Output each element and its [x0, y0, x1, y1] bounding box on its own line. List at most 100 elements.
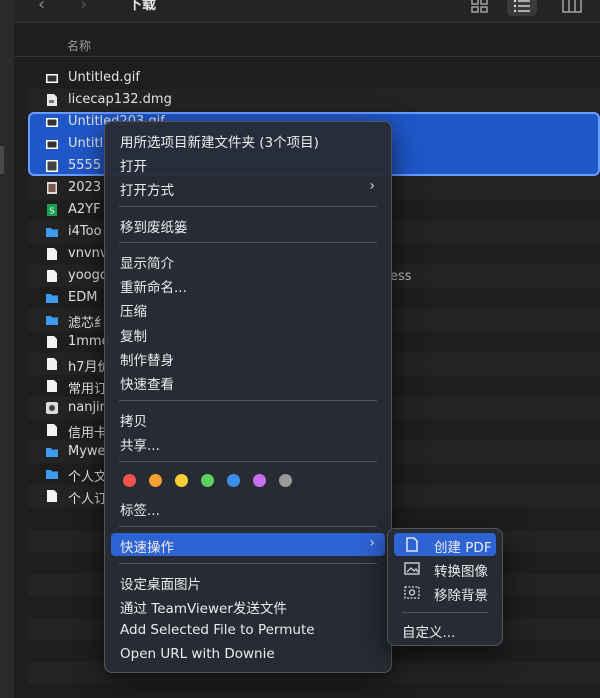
disk-image-icon [47, 94, 57, 106]
menu-item-label: 快速操作 [120, 540, 174, 556]
file-name: Untitl [68, 136, 104, 151]
menu-item-label: 压缩 [120, 304, 147, 320]
menu-remove-background[interactable]: 移除背景 [394, 581, 496, 604]
document-file-icon [47, 358, 57, 370]
menu-item-label: 用所选项目新建文件夹 (3个项目) [120, 135, 319, 151]
file-name: 滤芯纟 [68, 316, 108, 331]
menu-quick-actions[interactable]: 快速操作 › [111, 533, 385, 556]
menu-add-to-permute[interactable]: Add Selected File to Permute [111, 619, 385, 642]
spreadsheet-file-icon: S [47, 204, 57, 216]
file-name: 2023 [68, 180, 102, 195]
menu-send-via-teamviewer[interactable]: 通过 TeamViewer发送文件 [111, 594, 385, 617]
document-file-icon [47, 380, 57, 392]
file-name: Mywe [68, 444, 106, 459]
menu-item-label: 快速查看 [120, 377, 174, 393]
tag-color-dot[interactable] [149, 474, 162, 487]
folder-icon [46, 316, 58, 325]
menu-make-alias[interactable]: 制作替身 [111, 346, 385, 369]
forward-button[interactable]: › [80, 0, 87, 15]
menu-move-to-trash[interactable]: 移到废纸篓 [111, 213, 385, 236]
tag-color-dot[interactable] [227, 474, 240, 487]
list-icon [513, 0, 530, 13]
gif-file-icon [46, 140, 58, 149]
file-row[interactable]: licecap132.dmg [28, 89, 600, 111]
folder-icon [46, 294, 58, 303]
menu-separator [119, 461, 377, 462]
file-name: EDM [68, 290, 98, 305]
menu-item-label: 创建 PDF [434, 540, 492, 556]
tag-color-dot[interactable] [201, 474, 214, 487]
menu-tags[interactable]: 标签... [111, 496, 385, 519]
file-name: nanjir [68, 400, 106, 415]
tag-color-dot[interactable] [175, 474, 188, 487]
menu-item-label: 设定桌面图片 [120, 577, 201, 593]
menu-separator [402, 612, 488, 613]
folder-icon [46, 470, 58, 479]
window-title: 下载 [128, 0, 156, 13]
menu-convert-image[interactable]: 转换图像 [394, 557, 496, 580]
finder-toolbar: ‹ › 下载 [14, 0, 600, 23]
remove-background-icon [404, 586, 420, 599]
menu-item-label: 复制 [120, 329, 147, 345]
document-file-icon [47, 248, 57, 260]
truncated-filename-fragment: ess [390, 269, 412, 284]
menu-item-label: 转换图像 [434, 564, 488, 580]
pdf-document-icon [406, 537, 418, 552]
menu-separator [119, 242, 377, 243]
document-file-icon [47, 336, 57, 348]
menu-item-label: 制作替身 [120, 353, 174, 369]
file-name: 5555 [68, 158, 102, 173]
menu-item-label: 共享... [120, 438, 160, 454]
menu-set-desktop-picture[interactable]: 设定桌面图片 [111, 570, 385, 593]
menu-separator [119, 400, 377, 401]
file-name: A2YF [68, 202, 101, 217]
menu-separator [119, 563, 377, 564]
menu-item-label: 移除背景 [434, 588, 488, 604]
menu-rename[interactable]: 重新命名... [111, 273, 385, 296]
menu-item-label: 显示简介 [120, 256, 174, 272]
column-header[interactable]: 名称 [14, 34, 600, 57]
menu-separator [119, 526, 377, 527]
list-view-button[interactable] [507, 0, 537, 16]
folder-icon [46, 448, 58, 457]
menu-duplicate[interactable]: 复制 [111, 322, 385, 345]
gif-file-icon [46, 74, 58, 83]
menu-open-url-downie[interactable]: Open URL with Downie [111, 643, 385, 666]
menu-get-info[interactable]: 显示简介 [111, 249, 385, 272]
menu-customize[interactable]: 自定义... [394, 618, 496, 641]
column-view-button[interactable] [556, 0, 586, 16]
menu-item-label: 自定义... [402, 625, 456, 641]
menu-open-with[interactable]: 打开方式 › [111, 176, 385, 199]
menu-item-label: 标签... [120, 503, 160, 519]
tag-color-dot[interactable] [123, 474, 136, 487]
file-name: yoogo [68, 268, 108, 283]
menu-quick-look[interactable]: 快速查看 [111, 370, 385, 393]
chevron-right-icon: › [369, 178, 375, 194]
file-name: Untitled.gif [68, 70, 140, 85]
menu-create-pdf[interactable]: 创建 PDF [394, 533, 496, 556]
menu-compress[interactable]: 压缩 [111, 297, 385, 320]
menu-item-label: 打开 [120, 159, 147, 175]
context-menu: 用所选项目新建文件夹 (3个项目) 打开 打开方式 › 移到废纸篓 显示简介 重新… [104, 121, 392, 673]
folder-icon [46, 228, 58, 237]
file-name: licecap132.dmg [68, 92, 172, 107]
file-row[interactable]: Untitled.gif [28, 67, 600, 89]
menu-item-label: Add Selected File to Permute [120, 622, 315, 638]
menu-share[interactable]: 共享... [111, 431, 385, 454]
convert-image-icon [404, 562, 420, 575]
menu-item-label: 通过 TeamViewer发送文件 [120, 601, 287, 617]
document-file-icon [47, 424, 57, 436]
file-name: i4Too [68, 224, 102, 239]
menu-open[interactable]: 打开 [111, 152, 385, 175]
back-button[interactable]: ‹ [38, 0, 45, 15]
tag-color-dot[interactable] [253, 474, 266, 487]
file-name: 个人文 [68, 470, 108, 485]
menu-item-label: 拷贝 [120, 414, 147, 430]
file-name: 信用卡 [68, 426, 108, 441]
menu-copy[interactable]: 拷贝 [111, 407, 385, 430]
tag-color-dot[interactable] [279, 474, 292, 487]
svg-text:S: S [49, 207, 54, 216]
icon-view-button[interactable] [465, 0, 495, 16]
menu-new-folder-with-selection[interactable]: 用所选项目新建文件夹 (3个项目) [111, 128, 385, 151]
file-name: 个人订 [68, 492, 108, 507]
